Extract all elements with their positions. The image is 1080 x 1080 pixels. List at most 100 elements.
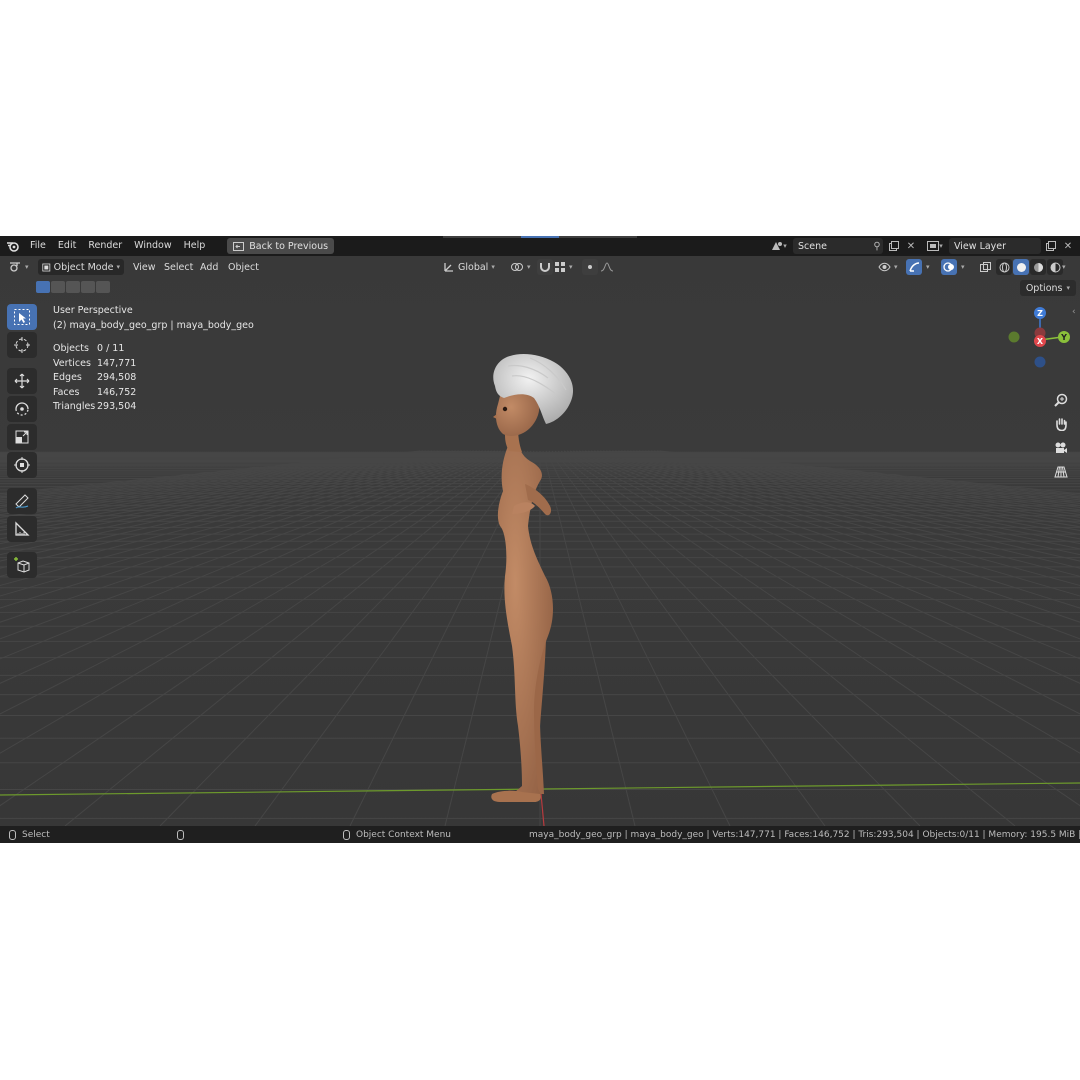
gizmo-toggle[interactable] (906, 259, 922, 275)
stat-label: Objects (53, 343, 89, 354)
menu-view[interactable]: View (133, 259, 156, 275)
pivot-point-dropdown[interactable]: ▾ (510, 259, 531, 275)
tool-shelf (7, 304, 39, 580)
eye-icon (878, 262, 891, 272)
pan-view-button[interactable] (1050, 413, 1072, 435)
orientation-icon (444, 263, 453, 272)
scene-selector-icon[interactable]: ▾ (768, 239, 790, 253)
menu-select[interactable]: Select (164, 259, 193, 275)
sidebar-toggle-arrow[interactable]: ‹ (1072, 307, 1076, 317)
stat-value: 0 / 11 (97, 343, 125, 354)
view-layer-field[interactable]: View Layer (949, 238, 1041, 254)
scene-statistics: Objects 0 / 11 Vertices 147,771 Edges 294,5… (53, 342, 254, 415)
menu-window[interactable]: Window (128, 236, 177, 256)
cursor-select-icon (14, 309, 30, 325)
rotate-tool[interactable] (7, 396, 37, 422)
new-view-layer-icon[interactable] (1044, 239, 1058, 253)
3d-cursor-icon (14, 337, 30, 353)
scene-name: Scene (798, 240, 827, 252)
delete-view-layer-icon[interactable]: ✕ (1061, 239, 1075, 253)
menu-help[interactable]: Help (178, 236, 212, 256)
pin-icon[interactable]: ⚲ (870, 239, 884, 253)
pivot-icon (511, 263, 523, 271)
status-context-label: Object Context Menu (356, 829, 452, 840)
hand-icon (1056, 418, 1067, 431)
status-bar: Select Object Context Menu maya_body_geo… (0, 826, 1080, 843)
transform-tool[interactable] (7, 452, 37, 478)
xray-toggle[interactable] (977, 259, 993, 275)
zoom-view-button[interactable] (1050, 389, 1072, 411)
gizmo-x-label: X (1037, 337, 1044, 346)
wireframe-shading-button[interactable] (996, 259, 1012, 275)
falloff-curve-icon (600, 262, 614, 272)
snap-target-dropdown[interactable]: ▾ (555, 259, 573, 275)
measure-tool[interactable] (7, 516, 37, 542)
mouse-middle-icon (177, 829, 184, 840)
scale-tool[interactable] (7, 424, 37, 450)
3d-viewport[interactable]: ▾ Object Mode ▾ View Select Add Object Gl… (0, 256, 1080, 826)
blender-logo-icon[interactable] (2, 236, 24, 256)
camera-view-button[interactable] (1050, 437, 1072, 459)
view-layer-selector-icon[interactable]: ▾ (924, 239, 946, 253)
selection-mode-buttons (36, 281, 110, 293)
top-menu-bar: File Edit Render Window Help Back to Pre… (0, 236, 1080, 256)
orientation-label: Global (458, 261, 489, 273)
status-context-hint: Object Context Menu (343, 827, 451, 842)
cursor-tool[interactable] (7, 332, 37, 358)
gizmo-dropdown-arrow[interactable]: ▾ (926, 259, 930, 275)
menu-add[interactable]: Add (200, 259, 218, 275)
stat-value: 147,771 (97, 357, 137, 369)
rendered-shading-button[interactable] (1047, 259, 1063, 275)
status-select-hint: Select (9, 827, 50, 842)
scale-icon (15, 430, 29, 444)
solid-sphere-icon (1016, 262, 1026, 272)
toggle-perspective-button[interactable] (1050, 461, 1072, 483)
menu-render[interactable]: Render (82, 236, 128, 256)
material-preview-button[interactable] (1030, 259, 1046, 275)
new-scene-icon[interactable] (887, 239, 901, 253)
menu-object[interactable]: Object (228, 259, 259, 275)
solid-shading-button[interactable] (1013, 259, 1029, 275)
view-perspective-label: User Perspective (53, 305, 133, 316)
snap-toggle[interactable] (537, 259, 553, 275)
material-sphere-icon (1033, 262, 1043, 272)
navigation-gizmo[interactable]: Z Y X (1004, 306, 1080, 368)
object-mode-dropdown[interactable]: Object Mode ▾ (38, 259, 124, 275)
move-tool[interactable] (7, 368, 37, 394)
overlays-toggle[interactable] (941, 259, 957, 275)
shading-dropdown-arrow[interactable]: ▾ (1062, 259, 1066, 275)
add-cube-tool[interactable] (7, 552, 37, 578)
menu-file[interactable]: File (24, 236, 52, 256)
annotate-tool[interactable] (7, 488, 37, 514)
back-to-previous-label: Back to Previous (249, 240, 329, 252)
camera-icon (1055, 442, 1067, 453)
falloff-dropdown[interactable] (600, 259, 614, 275)
stat-label: Triangles (53, 401, 96, 412)
proportional-editing-toggle[interactable] (582, 259, 598, 275)
select-box-tool[interactable] (7, 304, 37, 330)
rendered-sphere-icon (1050, 262, 1060, 272)
select-new-button[interactable] (36, 281, 50, 293)
editor-type-button[interactable]: ▾ (8, 259, 29, 275)
gizmo-neg-z-axis[interactable] (1034, 356, 1046, 368)
mouse-right-icon (343, 829, 350, 840)
object-visibility-dropdown[interactable]: ▾ (878, 259, 898, 275)
shading-modes (996, 259, 1063, 275)
add-cube-icon (14, 557, 30, 573)
grid-perspective-icon (1054, 466, 1068, 478)
menu-edit[interactable]: Edit (52, 236, 82, 256)
options-dropdown[interactable]: Options ▾ (1019, 280, 1076, 296)
select-subtract-button[interactable] (66, 281, 80, 293)
select-intersect-button[interactable] (96, 281, 110, 293)
gizmo-icon (909, 262, 920, 272)
gizmo-neg-y-axis[interactable] (1008, 331, 1020, 343)
back-to-previous-button[interactable]: Back to Previous (227, 238, 335, 254)
transform-orientation-dropdown[interactable]: Global ▾ (443, 259, 495, 275)
delete-scene-icon[interactable]: ✕ (904, 239, 918, 253)
object-mode-icon (42, 263, 51, 271)
overlays-dropdown-arrow[interactable]: ▾ (961, 259, 965, 275)
stat-label: Vertices (53, 357, 91, 369)
select-extend-button[interactable] (51, 281, 65, 293)
pencil-icon (15, 494, 29, 509)
select-invert-button[interactable] (81, 281, 95, 293)
